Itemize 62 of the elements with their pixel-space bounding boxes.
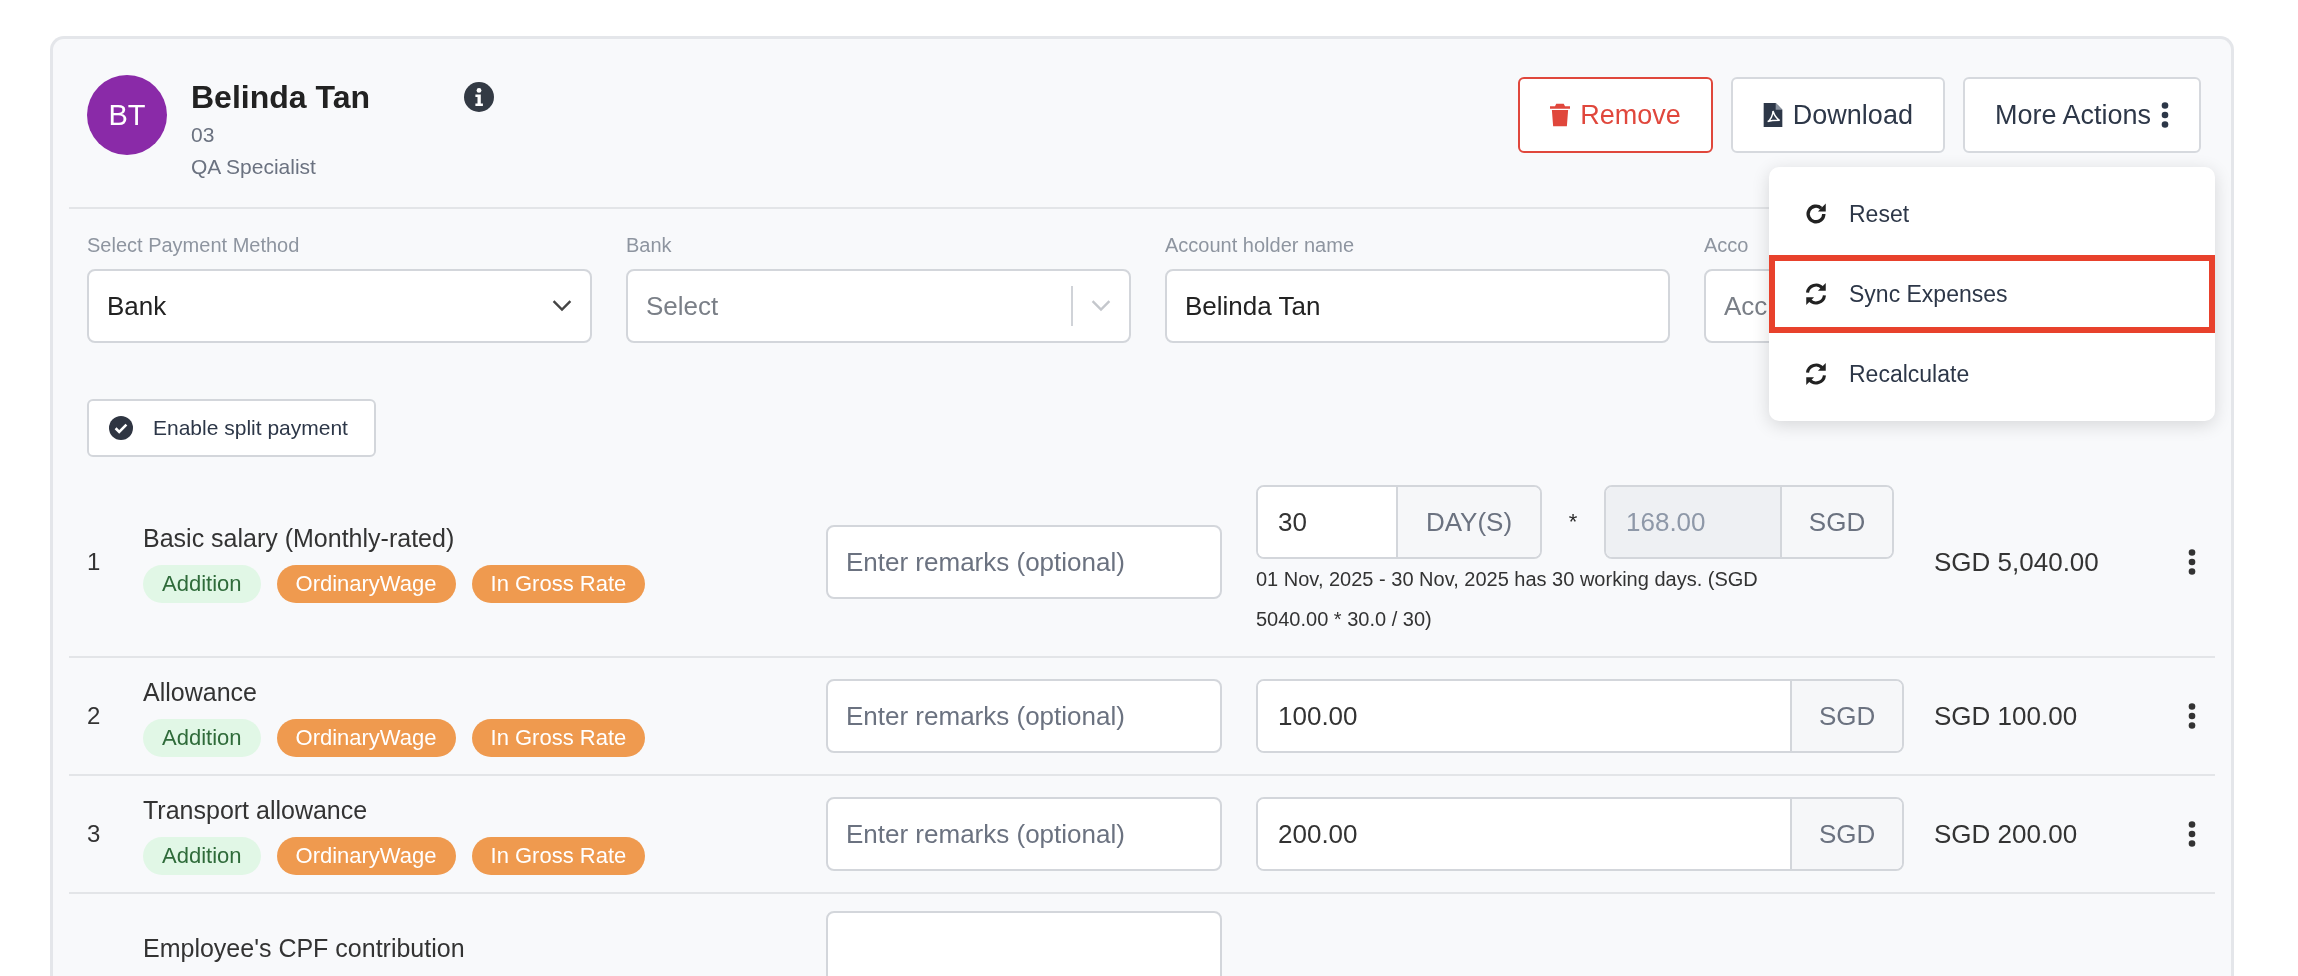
- remarks-field[interactable]: Enter remarks (optional): [826, 797, 1222, 871]
- tag: OrdinaryWage: [276, 719, 456, 757]
- employee-position: QA Specialist: [191, 154, 317, 180]
- more-actions-button[interactable]: More Actions: [1962, 77, 2201, 153]
- download-button[interactable]: Download: [1730, 77, 1945, 153]
- row-total: SGD 100.00: [1934, 700, 2079, 732]
- unit-label: DAY(S): [1396, 487, 1540, 557]
- tag: OrdinaryWage: [276, 837, 456, 875]
- item-title: Transport allowance: [143, 795, 369, 826]
- calculation-note: 01 Nov, 2025 - 30 Nov, 2025 has 30 working days. (SGD 5040.00 * 30.0 / 30): [1256, 567, 1759, 632]
- field-label: Bank: [626, 233, 673, 258]
- kebab-icon[interactable]: [2188, 549, 2196, 575]
- item-title: Allowance: [143, 677, 258, 708]
- item-title: Employee's CPF contribution: [143, 933, 466, 964]
- currency-label: SGD: [1780, 487, 1892, 557]
- currency-label: SGD: [1790, 681, 1902, 751]
- tag: Addition: [143, 719, 261, 757]
- kebab-icon[interactable]: [2188, 703, 2196, 729]
- employee-id: 03: [191, 122, 216, 148]
- employee-name: Belinda Tan: [191, 78, 370, 117]
- field-label: Select Payment Method: [87, 233, 301, 258]
- remarks-field[interactable]: Enter remarks (optional): [826, 679, 1222, 753]
- info-icon[interactable]: [464, 82, 494, 112]
- tag: In Gross Rate: [471, 719, 646, 757]
- item-title: Basic salary (Monthly-rated): [143, 523, 456, 554]
- quantity-field[interactable]: 30 DAY(S): [1256, 485, 1542, 559]
- menu-item[interactable]: Reset: [1769, 175, 2215, 253]
- amount-field[interactable]: 100.00 SGD: [1256, 679, 1904, 753]
- chevron-down-icon: [1091, 300, 1111, 312]
- tag: In Gross Rate: [471, 565, 646, 603]
- tag: Addition: [143, 837, 261, 875]
- row-number: 3: [87, 820, 102, 848]
- pdf-file-icon: [1762, 103, 1783, 127]
- row-number: 1: [87, 548, 102, 576]
- remove-button[interactable]: Remove: [1518, 77, 1713, 153]
- tag: In Gross Rate: [471, 837, 646, 875]
- rate-field[interactable]: 168.00 SGD: [1604, 485, 1894, 559]
- sync-icon: [1803, 361, 1829, 387]
- text-field[interactable]: Belinda Tan: [1165, 269, 1670, 343]
- row-total: SGD 5,040.00: [1934, 546, 2100, 578]
- row-number: 2: [87, 702, 102, 730]
- multiply-sign: *: [1567, 509, 1579, 535]
- field-label: Account holder name: [1165, 233, 1355, 258]
- tag: Addition: [143, 565, 261, 603]
- kebab-icon: [2161, 102, 2169, 128]
- avatar: BT: [87, 75, 167, 155]
- menu-item[interactable]: Recalculate: [1769, 335, 2215, 413]
- tag: OrdinaryWage: [276, 565, 456, 603]
- sync-icon: [1803, 281, 1829, 307]
- kebab-icon[interactable]: [2188, 821, 2196, 847]
- currency-label: SGD: [1790, 799, 1902, 869]
- field-label: Acco: [1704, 233, 1750, 258]
- trash-icon: [1550, 103, 1571, 127]
- split-payment-toggle[interactable]: Enable split payment: [87, 399, 376, 457]
- remarks-field[interactable]: Enter remarks (optional): [826, 525, 1222, 599]
- menu-item[interactable]: Sync Expenses: [1769, 255, 2215, 333]
- row-total: SGD 200.00: [1934, 818, 2079, 850]
- select-field[interactable]: Bank: [87, 269, 592, 343]
- chevron-down-icon: [552, 300, 572, 312]
- select-field[interactable]: Select: [626, 269, 1131, 343]
- amount-field[interactable]: 200.00 SGD: [1256, 797, 1904, 871]
- remarks-field[interactable]: [826, 911, 1222, 976]
